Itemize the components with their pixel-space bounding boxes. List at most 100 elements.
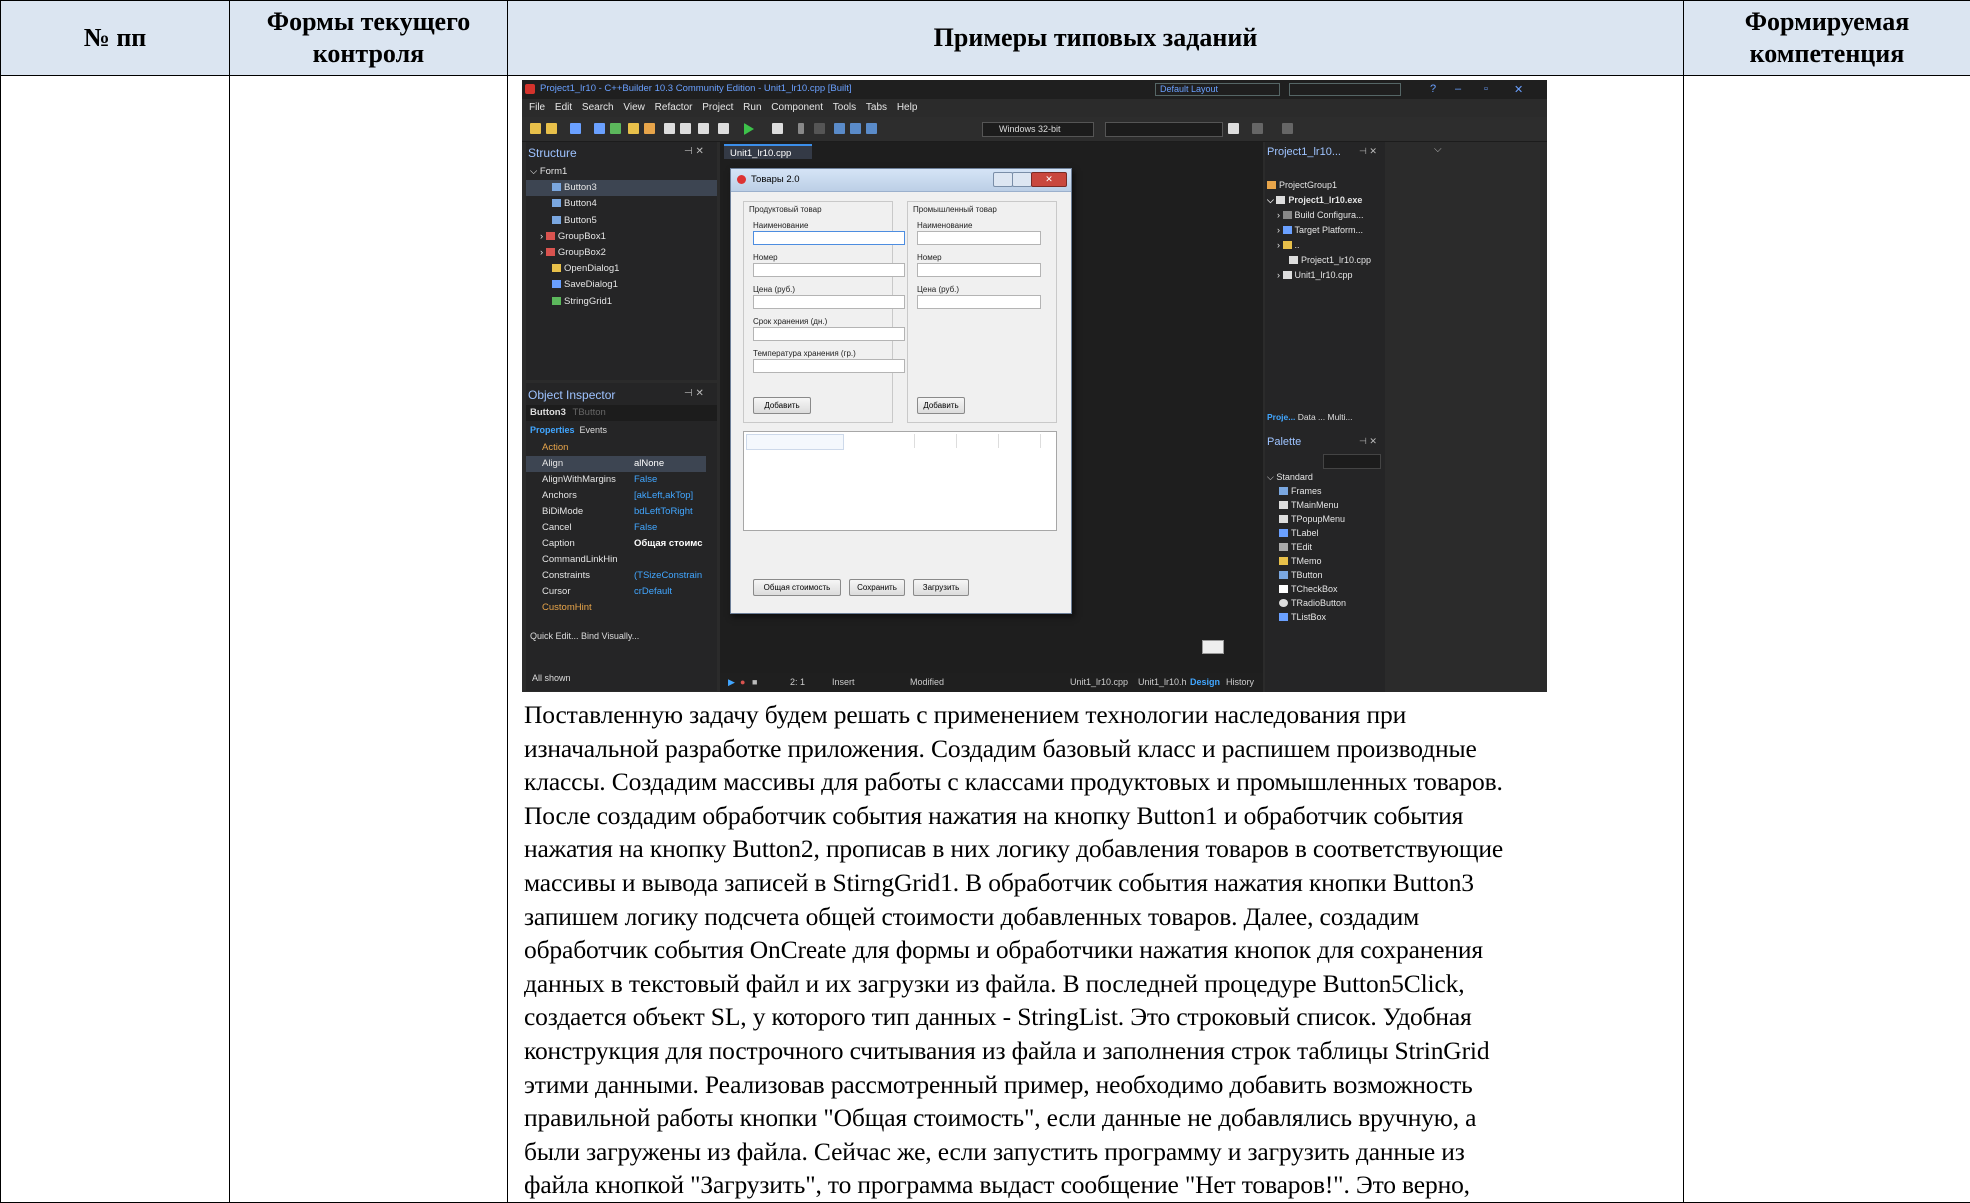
tab-unit1[interactable]: Unit1_lr10.cpp [724, 144, 812, 159]
record-icon[interactable]: ● [740, 677, 745, 687]
number-field[interactable] [753, 263, 905, 277]
add-industrial-button[interactable]: Добавить [917, 397, 965, 414]
palette-item[interactable]: TListBox [1267, 610, 1377, 624]
property-value[interactable]: Общая стоимс [634, 536, 703, 552]
stop-macro-icon[interactable]: ■ [752, 677, 757, 687]
palette-item[interactable]: TEdit [1267, 540, 1377, 554]
grid-cell[interactable] [844, 434, 915, 448]
form-preview-icon[interactable] [1202, 640, 1224, 654]
tree-item[interactable]: › Unit1_lr10.cpp [1267, 268, 1385, 283]
menu-tools[interactable]: Tools [833, 102, 856, 113]
tree-item[interactable]: › GroupBox2 [526, 245, 717, 261]
menu-refactor[interactable]: Refactor [655, 102, 693, 113]
property-value[interactable]: [akLeft,akTop] [634, 488, 693, 504]
forward-icon[interactable] [1282, 123, 1293, 134]
tab-projects[interactable]: Proje... [1267, 412, 1295, 422]
temperature-field[interactable] [753, 359, 905, 373]
form-maximize-icon[interactable] [1012, 172, 1032, 187]
add-file-icon[interactable] [610, 123, 621, 134]
tree-item[interactable]: OpenDialog1 [526, 261, 717, 277]
number-field[interactable] [917, 263, 1041, 277]
tab-multi[interactable]: Multi... [1328, 412, 1353, 422]
pin-icon[interactable]: ⊣ ✕ [684, 146, 704, 157]
menu-tabs[interactable]: Tabs [866, 102, 887, 113]
menu-search[interactable]: Search [582, 102, 614, 113]
palette-item[interactable]: TButton [1267, 568, 1377, 582]
pin-icon[interactable]: ⊣ ✕ [684, 388, 704, 399]
run-icon[interactable] [744, 123, 754, 135]
view-form-icon[interactable] [680, 123, 691, 134]
property-row[interactable]: Constraints(TSizeConstrain [526, 568, 706, 584]
component-select[interactable]: Button3 TButton [526, 405, 717, 421]
close-icon[interactable]: ✕ [1514, 83, 1523, 96]
new-form-icon[interactable] [718, 123, 729, 134]
minimize-icon[interactable]: – [1455, 83, 1461, 95]
run-without-debug-icon[interactable] [772, 123, 783, 134]
name-field[interactable] [917, 231, 1041, 245]
tab-cpp[interactable]: Unit1_lr10.cpp [1070, 677, 1128, 687]
name-field[interactable] [753, 231, 905, 245]
pin-icon[interactable]: ⊣ ✕ [1359, 146, 1377, 157]
step-over-icon[interactable] [850, 123, 861, 134]
tree-item[interactable]: ProjectGroup1 [1267, 178, 1385, 193]
save-icon[interactable] [570, 123, 581, 134]
help-icon[interactable]: ? [1430, 83, 1436, 95]
open-project-icon[interactable] [628, 123, 639, 134]
stop-icon[interactable] [814, 123, 825, 134]
property-row[interactable]: CustomHint [526, 600, 706, 616]
property-row[interactable]: Action [526, 440, 706, 456]
device-icon[interactable] [1228, 123, 1239, 134]
property-value[interactable]: False [634, 520, 657, 536]
pin-icon[interactable]: ⊣ ✕ [1359, 436, 1377, 447]
layout-select[interactable]: Default Layout [1155, 83, 1280, 96]
property-row[interactable]: CommandLinkHin [526, 552, 706, 568]
tree-item[interactable]: Button3 [526, 180, 717, 196]
palette-item[interactable]: TPopupMenu [1267, 512, 1377, 526]
tab-events[interactable]: Events [580, 425, 608, 435]
total-cost-button[interactable]: Общая стоимость [753, 579, 841, 596]
tree-item[interactable]: › GroupBox1 [526, 229, 717, 245]
palette-item[interactable]: TMemo [1267, 554, 1377, 568]
new-icon[interactable] [530, 123, 541, 134]
property-row[interactable]: Anchors[akLeft,akTop] [526, 488, 706, 504]
shelf-life-field[interactable] [753, 327, 905, 341]
property-row[interactable]: CursorcrDefault [526, 584, 706, 600]
tree-item[interactable]: ⌵ Project1_lr10.exe [1267, 193, 1385, 208]
maximize-icon[interactable]: ▫ [1484, 83, 1488, 95]
tab-design[interactable]: Design [1190, 677, 1220, 687]
palette-group[interactable]: ⌵ Standard [1267, 470, 1377, 484]
back-icon[interactable] [1252, 123, 1263, 134]
menu-run[interactable]: Run [743, 102, 761, 113]
load-button[interactable]: Загрузить [913, 579, 969, 596]
property-value[interactable]: alNone [634, 456, 664, 472]
property-value[interactable]: crDefault [634, 584, 672, 600]
tab-data[interactable]: Data ... [1298, 412, 1325, 422]
palette-item[interactable]: TLabel [1267, 526, 1377, 540]
tree-item[interactable]: › .. [1267, 238, 1385, 253]
property-value[interactable]: (TSizeConstrain [634, 568, 702, 584]
price-field[interactable] [753, 295, 905, 309]
form-minimize-icon[interactable] [993, 172, 1013, 187]
palette-search-input[interactable] [1323, 454, 1381, 469]
form-close-icon[interactable]: ✕ [1031, 172, 1067, 187]
palette-item[interactable]: TMainMenu [1267, 498, 1377, 512]
tree-item[interactable]: SaveDialog1 [526, 277, 717, 293]
menu-help[interactable]: Help [897, 102, 918, 113]
tree-item[interactable]: StringGrid1 [526, 294, 717, 310]
grid-cell[interactable] [1000, 434, 1041, 448]
run-to-cursor-icon[interactable] [866, 123, 877, 134]
menu-component[interactable]: Component [771, 102, 823, 113]
tab-properties[interactable]: Properties [530, 425, 575, 435]
property-row[interactable]: AlignalNone [526, 456, 706, 472]
grid-cell[interactable] [916, 434, 957, 448]
property-row[interactable]: CancelFalse [526, 520, 706, 536]
pause-icon[interactable] [798, 123, 804, 134]
price-field[interactable] [917, 295, 1041, 309]
property-value[interactable]: bdLeftToRight [634, 504, 693, 520]
tree-item[interactable]: Button5 [526, 213, 717, 229]
menu-file[interactable]: File [529, 102, 545, 113]
tree-item[interactable]: › Build Configura... [1267, 208, 1385, 223]
palette-item[interactable]: Frames [1267, 484, 1377, 498]
tab-history[interactable]: History [1226, 677, 1254, 687]
grid-cell[interactable] [746, 434, 844, 450]
